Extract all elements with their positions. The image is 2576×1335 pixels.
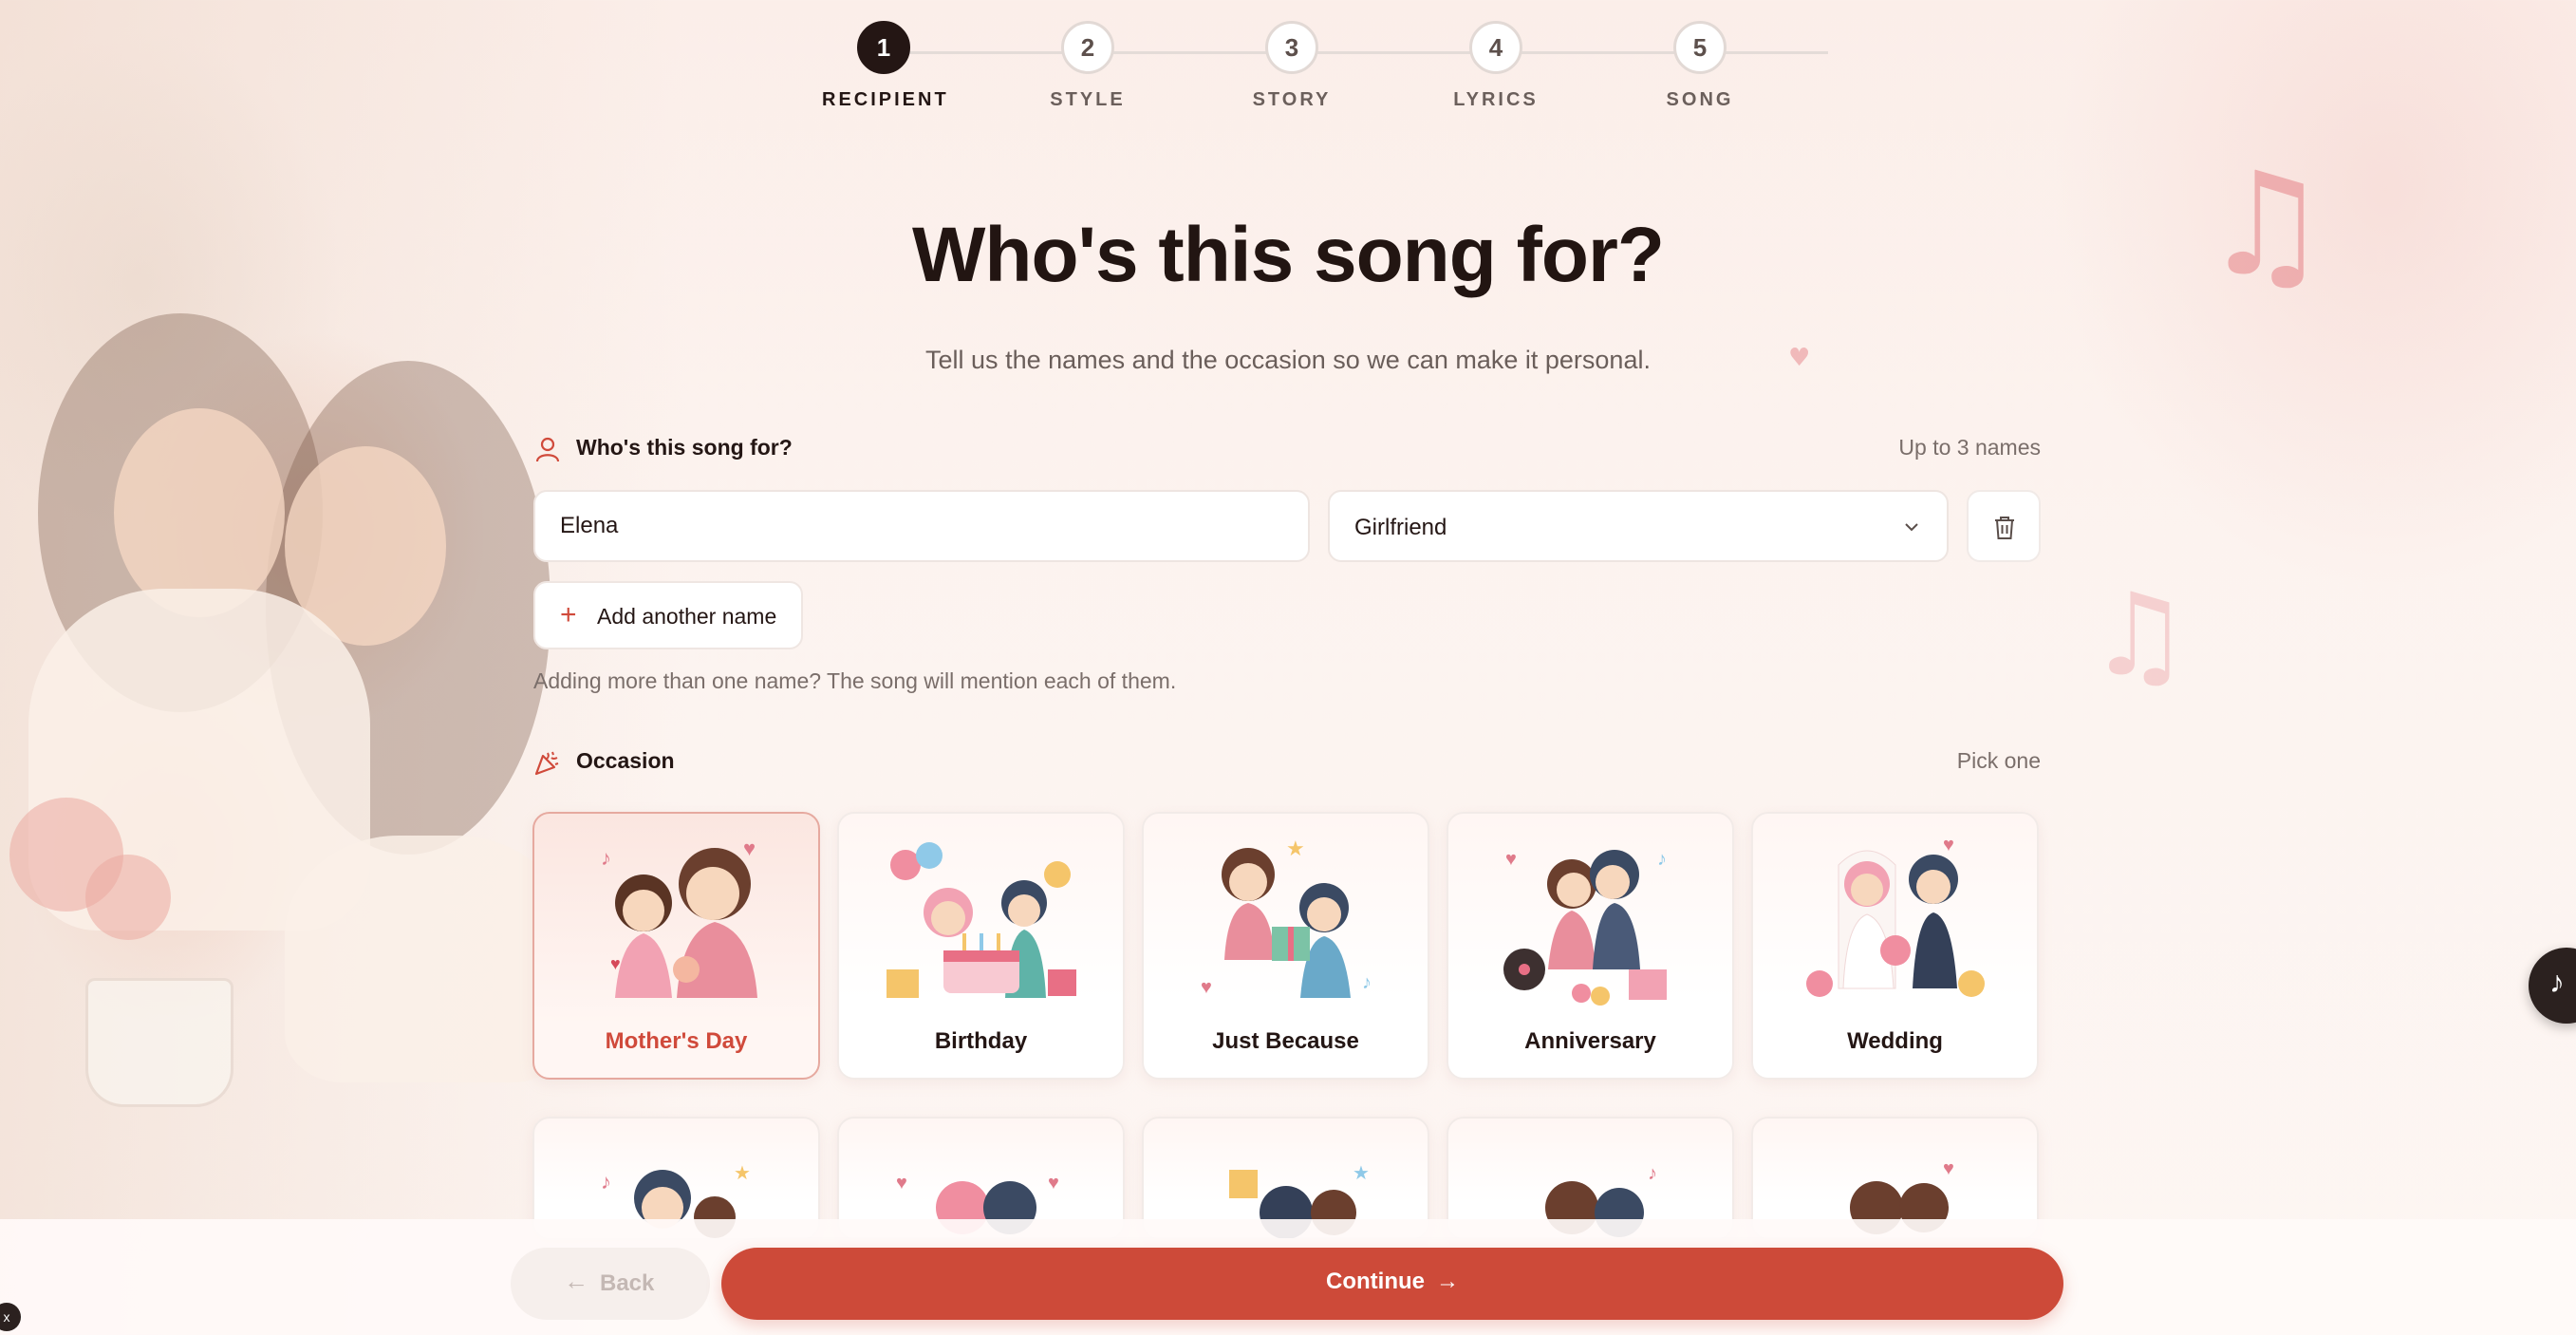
svg-text:♪: ♪	[601, 1170, 611, 1194]
occasion-card-birthday[interactable]: Birthday	[837, 812, 1125, 1080]
svg-text:♪: ♪	[1657, 849, 1667, 870]
step-number: 3	[1265, 21, 1318, 74]
couple-kiss-illustration: ♥ ♪	[1503, 849, 1667, 1006]
occasion-label: Mother's Day	[605, 1028, 748, 1054]
occasion-label: Occasion	[576, 748, 675, 773]
back-button[interactable]: ← Back	[511, 1248, 710, 1320]
step-story[interactable]: 3 STORY	[1230, 21, 1353, 111]
svg-text:♥: ♥	[1201, 977, 1212, 998]
svg-text:♥: ♥	[610, 954, 621, 973]
continue-label: Continue	[1326, 1269, 1425, 1294]
recipient-name-input[interactable]	[533, 490, 1310, 562]
person-icon	[535, 437, 560, 462]
occasion-label: Wedding	[1847, 1028, 1943, 1054]
step-number: 1	[857, 21, 910, 74]
step-label: STORY	[1252, 89, 1332, 110]
arrow-left-icon: ←	[564, 1267, 588, 1295]
continue-button[interactable]: Continue →	[721, 1248, 2063, 1320]
arrow-right-icon: →	[1435, 1269, 1459, 1294]
occasion-section-header: Occasion Pick one	[533, 744, 2041, 782]
birthday-cake-illustration	[886, 842, 1076, 998]
occasion-card-mothers-day[interactable]: ♪ ♥ ♥ Mother's Day	[532, 812, 820, 1080]
step-label: RECIPIENT	[822, 89, 949, 110]
svg-text:★: ★	[1353, 1163, 1370, 1184]
step-lyrics[interactable]: 4 LYRICS	[1434, 21, 1558, 111]
recipients-limit-hint: Up to 3 names	[1898, 435, 2041, 460]
recipients-label: Who's this song for?	[576, 435, 793, 460]
back-label: Back	[600, 1270, 655, 1296]
occasion-label: Just Because	[1212, 1028, 1359, 1054]
svg-text:♥: ♥	[1943, 1158, 1954, 1179]
occasion-card-anniversary[interactable]: ♥ ♪ Anniversary	[1447, 812, 1734, 1080]
occasion-label: Birthday	[934, 1028, 1028, 1054]
relationship-select[interactable]: Girlfriend	[1328, 490, 1949, 562]
step-number: 5	[1673, 21, 1727, 74]
step-label: SONG	[1666, 89, 1734, 110]
page-title: Who's this song for?	[911, 212, 1665, 298]
multiple-names-helper: Adding more than one name? The song will…	[533, 668, 1177, 693]
recipients-section-header: Who's this song for? Up to 3 names	[533, 431, 2041, 469]
svg-text:♥: ♥	[896, 1173, 907, 1194]
music-note-icon: ♪	[2549, 965, 2565, 999]
add-name-button[interactable]: + Add another name	[533, 581, 803, 649]
step-label: LYRICS	[1453, 89, 1539, 110]
trash-icon	[1995, 517, 2014, 539]
plus-icon: +	[560, 599, 577, 630]
occasion-pick-hint: Pick one	[1956, 748, 2041, 773]
svg-text:♥: ♥	[1505, 849, 1517, 870]
svg-text:♪: ♪	[601, 846, 611, 870]
svg-text:♥: ♥	[743, 837, 756, 860]
bride-groom-illustration: ♥	[1805, 835, 1985, 997]
music-note-decoration: ♫	[2088, 570, 2191, 702]
occasion-card-wedding[interactable]: ♥ Wedding	[1751, 812, 2039, 1080]
svg-text:♪: ♪	[1362, 972, 1372, 993]
chevron-down-icon	[1905, 523, 1918, 532]
party-popper-icon	[534, 751, 559, 776]
step-song[interactable]: 5 SONG	[1638, 21, 1762, 111]
svg-text:★: ★	[734, 1163, 751, 1184]
step-number: 4	[1469, 21, 1522, 74]
step-style[interactable]: 2 STYLE	[1026, 21, 1149, 111]
svg-text:★: ★	[1286, 837, 1305, 860]
step-recipient[interactable]: 1 RECIPIENT	[822, 21, 949, 111]
progress-stepper: 1 RECIPIENT 2 STYLE 3 STORY 4 LYRICS 5 S…	[822, 21, 1828, 125]
step-number: 2	[1061, 21, 1114, 74]
step-label: STYLE	[1050, 89, 1126, 110]
svg-text:♪: ♪	[1648, 1163, 1657, 1184]
svg-text:♥: ♥	[1943, 835, 1954, 856]
mother-child-illustration: ♪ ♥ ♥	[601, 837, 757, 998]
svg-text:♥: ♥	[1048, 1173, 1059, 1194]
occasion-card-just-because[interactable]: ★ ♥ ♪ Just Because	[1142, 812, 1429, 1080]
relationship-value: Girlfriend	[1354, 515, 1447, 540]
page-subtitle: Tell us the names and the occasion so we…	[925, 346, 1651, 374]
gift-couple-illustration: ★ ♥ ♪	[1201, 837, 1372, 998]
add-name-label: Add another name	[597, 604, 777, 629]
remove-name-button[interactable]	[1967, 490, 2041, 562]
occasion-label: Anniversary	[1524, 1028, 1656, 1054]
